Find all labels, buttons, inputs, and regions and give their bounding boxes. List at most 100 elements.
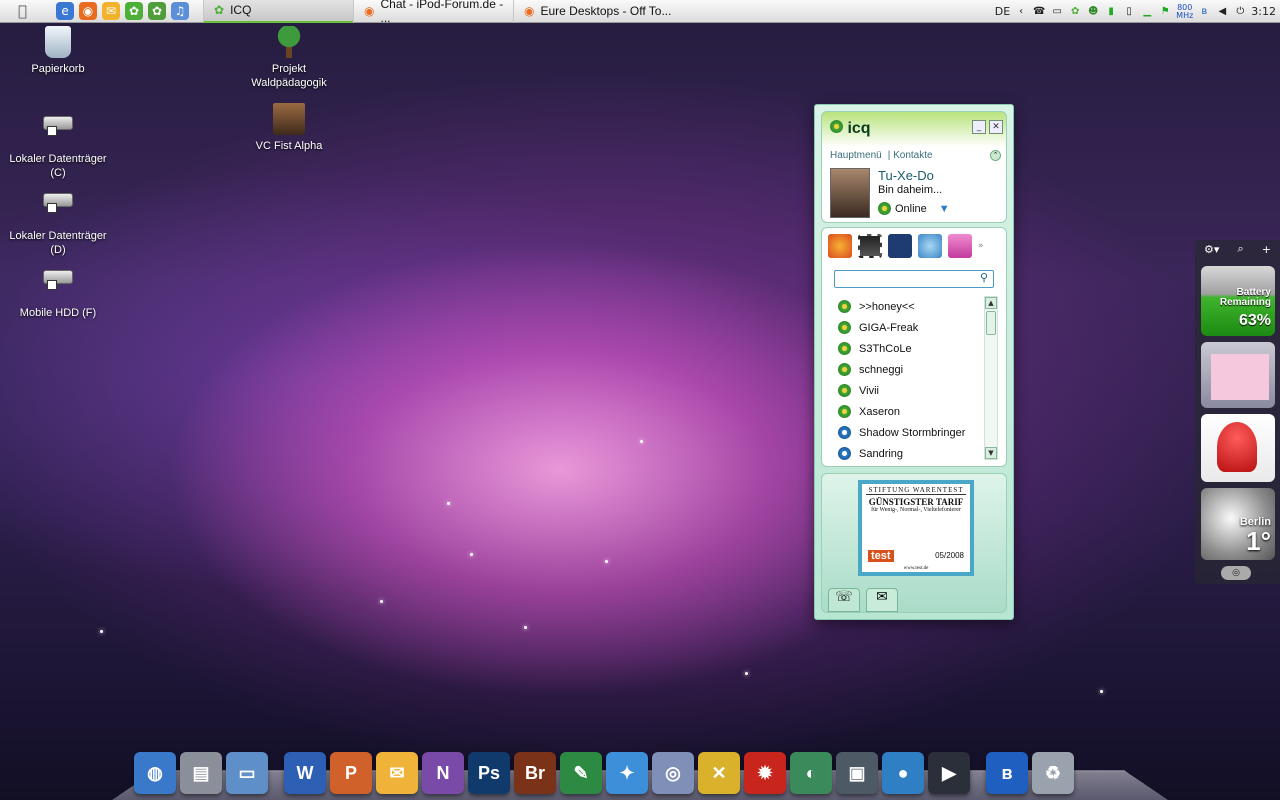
star <box>524 626 527 629</box>
meter-icon[interactable]: ▮ <box>1104 5 1118 19</box>
icq-logo-text: icq <box>847 120 871 137</box>
online-flower-icon <box>838 300 851 313</box>
itunes-icon[interactable]: ♫ <box>171 2 190 20</box>
figure-gadget[interactable] <box>1201 414 1275 482</box>
battery-label-line2: Remaining <box>1219 297 1271 308</box>
volume-icon[interactable]: ◀ <box>1215 5 1229 19</box>
contact-item[interactable]: GIGA-Freak <box>838 317 978 338</box>
dvd-icon[interactable]: ◎ <box>652 752 694 794</box>
more-xtras-icon[interactable]: » <box>978 234 988 258</box>
media-icon[interactable]: ● <box>882 752 924 794</box>
people-icon[interactable]: ☻ <box>1086 5 1100 19</box>
menu-main[interactable]: Hauptmenü <box>830 150 882 161</box>
desktop-icon-drive-f[interactable]: Mobile HDD (F) <box>3 262 113 320</box>
flag-icon[interactable]: ⚑ <box>1158 5 1172 19</box>
clock[interactable]: 3:12 <box>1251 5 1276 18</box>
scroll-down-button[interactable]: ▼ <box>985 447 997 459</box>
taskbar-button[interactable]: ◉ Chat - iPod-Forum.de - ... <box>353 0 513 25</box>
notes-gadget[interactable] <box>1201 342 1275 408</box>
signal-icon[interactable]: ▁ <box>1140 5 1154 19</box>
contacts-icon[interactable]: ✿ <box>148 2 167 20</box>
language-indicator[interactable]: DE <box>995 5 1010 18</box>
minimize-button[interactable]: _ <box>972 120 986 134</box>
onenote-icon[interactable]: N <box>422 752 464 794</box>
documents-icon[interactable]: ▭ <box>226 752 268 794</box>
search-icon[interactable]: ⚲ <box>975 271 993 287</box>
desktop-icon-label: Mobile HDD (F) <box>19 307 97 319</box>
apple-menu-icon[interactable]:  <box>18 2 27 20</box>
word-icon[interactable]: W <box>284 752 326 794</box>
avatar[interactable] <box>830 168 870 218</box>
computer-icon[interactable]: ▤ <box>180 752 222 794</box>
add-icon[interactable]: + <box>1262 243 1271 256</box>
usb-icon[interactable]: ▯ <box>1122 5 1136 19</box>
contact-item[interactable]: >>honey<< <box>838 296 978 317</box>
gamepad-icon[interactable] <box>918 234 942 258</box>
status-dropdown[interactable]: Online ▼ <box>878 202 950 215</box>
contact-item[interactable]: Vivii <box>838 380 978 401</box>
mail-tab-icon[interactable]: ✉ <box>866 588 898 612</box>
icq-tray-icon[interactable]: ✿ <box>1068 5 1082 19</box>
gadget-bottom-icon[interactable]: ◎ <box>1221 566 1251 580</box>
contact-item[interactable]: Shadow Stormbringer <box>838 422 978 443</box>
taskbar-button[interactable]: ◉ Eure Desktops - Off To... <box>513 0 673 23</box>
scrollbar[interactable]: ▲ ▼ <box>984 296 998 460</box>
contact-item[interactable]: schneggi <box>838 359 978 380</box>
gear-icon[interactable]: ⚙▾ <box>1204 243 1219 256</box>
desktop-icon-waldpaedagogik[interactable]: Projekt Waldpädagogik <box>234 26 344 90</box>
star <box>745 672 748 675</box>
phone-icon[interactable]: ☎ <box>1032 5 1046 19</box>
close-button[interactable]: ✕ <box>989 120 1003 134</box>
movie-icon[interactable]: ▶ <box>928 752 970 794</box>
burner-icon[interactable]: ✹ <box>744 752 786 794</box>
desktop-icon-drive-d[interactable]: Lokaler Datenträger (D) <box>3 185 113 257</box>
photo-viewer-icon[interactable]: ✎ <box>560 752 602 794</box>
taskbar-button[interactable]: ✿ ICQ <box>203 0 354 23</box>
firefox-icon[interactable]: ◉ <box>79 2 98 20</box>
powerpoint-icon[interactable]: P <box>330 752 372 794</box>
battery-gadget[interactable]: Battery Remaining 63% <box>1201 266 1275 336</box>
weather-gadget[interactable]: Berlin 1° <box>1201 488 1275 560</box>
trash-icon[interactable]: ♻ <box>1032 752 1074 794</box>
battery-icon[interactable]: ▭ <box>1050 5 1064 19</box>
utilities-icon[interactable]: ✕ <box>698 752 740 794</box>
bluetooth-icon[interactable]: ʙ <box>986 752 1028 794</box>
nickname[interactable]: Tu-Xe-Do <box>878 168 934 183</box>
scroll-up-button[interactable]: ▲ <box>985 297 997 309</box>
camera-icon[interactable]: ▣ <box>836 752 878 794</box>
photoshop-icon[interactable]: Ps <box>468 752 510 794</box>
scroll-thumb[interactable] <box>986 311 996 335</box>
menu-contacts[interactable]: Kontakte <box>893 150 932 161</box>
contact-item[interactable]: Sandring <box>838 443 978 464</box>
n24-icon[interactable] <box>888 234 912 258</box>
network-icon[interactable]: ◍ <box>134 752 176 794</box>
icq-logo: icq <box>830 120 871 138</box>
safari-icon[interactable]: ✦ <box>606 752 648 794</box>
ad-line3: für Wenig-, Normal-, Vieltelefonierer <box>871 507 961 513</box>
status-message[interactable]: Bin daheim... <box>878 184 942 196</box>
search-icon[interactable]: ⌕ <box>1237 242 1243 256</box>
bluetooth-icon[interactable]: ʙ <box>1197 5 1211 19</box>
contact-item[interactable]: Xaseron <box>838 401 978 422</box>
arrow-left-icon[interactable]: ‹ <box>1014 5 1028 19</box>
recycle-bin-icon <box>45 26 71 58</box>
bridge-icon[interactable]: Br <box>514 752 556 794</box>
mail-icon[interactable]: ✉ <box>102 2 121 20</box>
power-icon[interactable]: ⏻ <box>1233 5 1247 19</box>
contact-item[interactable]: S3ThCoLe <box>838 338 978 359</box>
globe-icon[interactable]: ◐ <box>790 752 832 794</box>
desktop-icon-drive-c[interactable]: Lokaler Datenträger (C) <box>3 108 113 180</box>
ie-icon[interactable]: e <box>56 2 75 20</box>
outlook-icon[interactable]: ✉ <box>376 752 418 794</box>
collapse-icon[interactable]: ⌃ <box>990 150 1001 161</box>
contact-name: schneggi <box>859 363 904 376</box>
ad-banner[interactable]: STIFTUNG WARENTEST GÜNSTIGSTER TARIF für… <box>858 480 974 576</box>
desktop-icon-vc-fist[interactable]: VC Fist Alpha <box>234 103 344 153</box>
search-input[interactable]: ⚲ <box>834 270 994 288</box>
xtra-star-icon[interactable] <box>828 234 852 258</box>
pisces-icon[interactable] <box>948 234 972 258</box>
clapper-icon[interactable] <box>858 234 882 258</box>
desktop-icon-recycle-bin[interactable]: Papierkorb <box>3 26 113 76</box>
icq-icon[interactable]: ✿ <box>125 2 144 20</box>
phone-tab-icon[interactable]: ☏ <box>828 588 860 612</box>
